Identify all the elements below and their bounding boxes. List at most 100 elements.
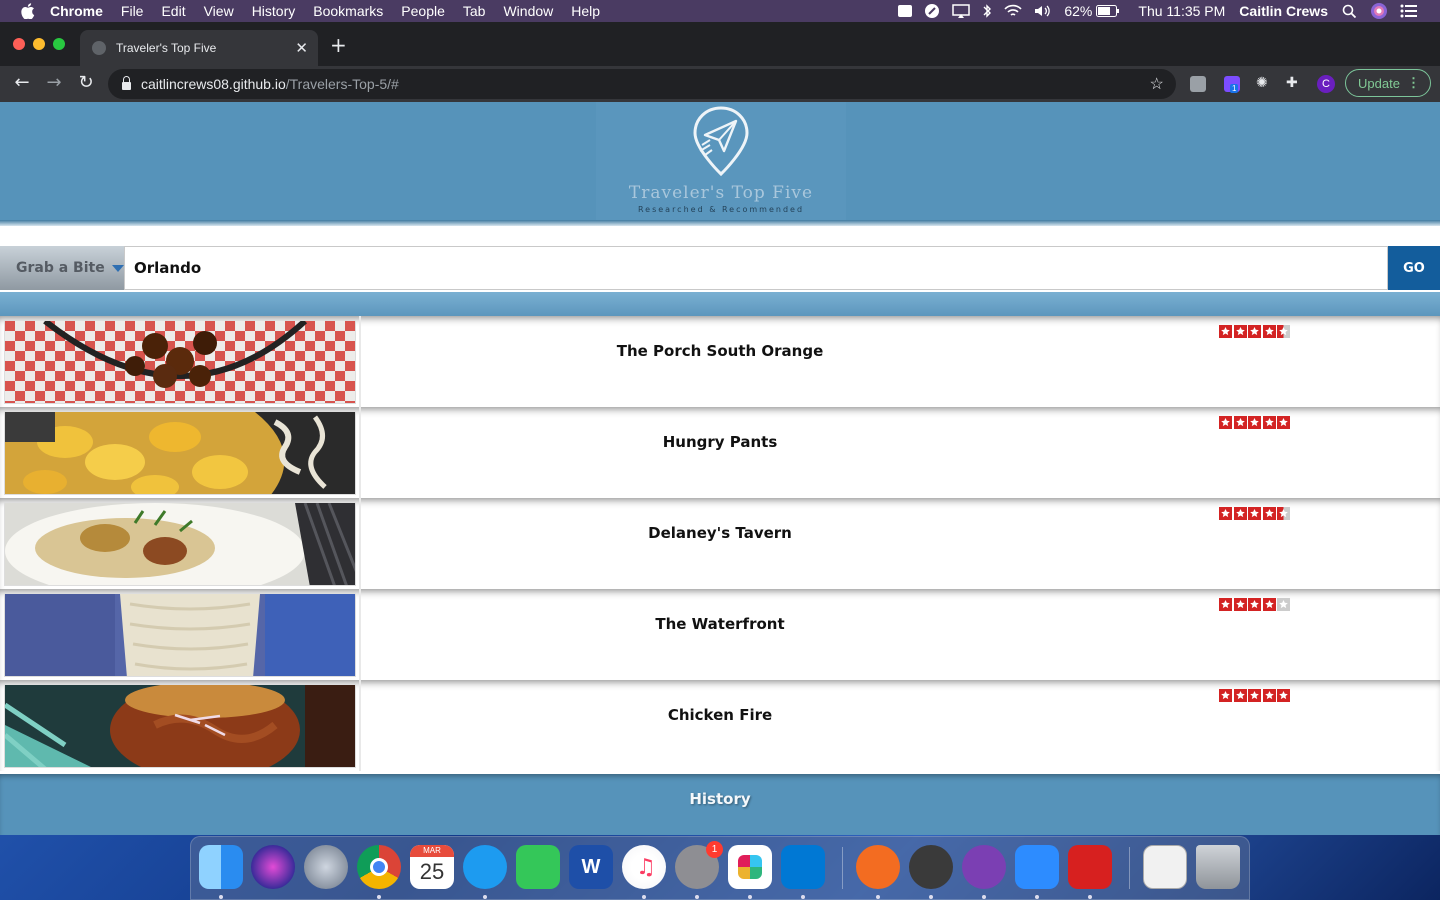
robo3t-icon[interactable] (909, 845, 953, 889)
menu-window[interactable]: Window (503, 3, 553, 19)
reload-icon[interactable]: ↻ (76, 73, 96, 93)
result-row[interactable]: Delaney's Tavern (0, 498, 1440, 589)
vpn-status-icon[interactable] (924, 3, 940, 19)
siri-icon[interactable] (1370, 2, 1388, 20)
itunes-music-icon[interactable]: ♫ (622, 845, 666, 889)
siri-dock-icon[interactable] (251, 845, 295, 889)
lock-icon[interactable] (122, 76, 131, 90)
volume-icon[interactable] (1034, 4, 1052, 18)
browser-window: Traveler's Top Five ✕ + ← → ↻ caitlincre… (0, 22, 1440, 835)
airplay-icon[interactable] (952, 4, 971, 18)
address-bar[interactable]: caitlincrews08.github.io/Travelers-Top-5… (108, 69, 1176, 99)
rating-star-icon (1277, 416, 1290, 429)
profile-avatar[interactable]: C (1317, 75, 1335, 93)
header-shadow (0, 220, 1440, 226)
trash-icon[interactable] (1196, 845, 1240, 889)
close-window-button[interactable] (13, 38, 25, 50)
wifi-icon[interactable] (1004, 4, 1022, 18)
menu-app-name[interactable]: Chrome (50, 3, 103, 19)
facetime-icon[interactable] (516, 845, 560, 889)
menu-file[interactable]: File (121, 3, 144, 19)
result-photo[interactable] (4, 411, 356, 495)
rating-star-icon (1219, 598, 1232, 611)
menubar-user[interactable]: Caitlin Crews (1239, 3, 1328, 19)
restaurant-name[interactable]: The Waterfront (360, 615, 1080, 633)
rating-star-icon (1277, 689, 1290, 702)
gear-extension-icon[interactable]: ✺ (1256, 76, 1272, 92)
new-tab-plus-icon[interactable]: + (330, 35, 347, 55)
logo-title: Traveler's Top Five (628, 183, 814, 203)
zoom-icon[interactable] (1015, 845, 1059, 889)
restaurant-name[interactable]: Delaney's Tavern (360, 524, 1080, 542)
back-arrow-icon[interactable]: ← (12, 73, 32, 93)
extension-badge-icon[interactable]: 1 (1224, 76, 1240, 93)
result-photo[interactable] (4, 320, 356, 404)
rating-star-icon (1233, 507, 1247, 520)
menu-tab[interactable]: Tab (463, 3, 486, 19)
apple-icon[interactable] (20, 3, 36, 19)
dropdown-caret-icon (111, 264, 124, 272)
result-row[interactable]: The Porch South Orange (0, 316, 1440, 407)
update-button[interactable]: Update ⋮ (1345, 69, 1431, 97)
puzzle-extensions-icon[interactable]: ✚ (1286, 76, 1302, 92)
city-search-input[interactable] (124, 246, 1388, 290)
result-row[interactable]: Chicken Fire (0, 680, 1440, 771)
messenger-icon[interactable] (463, 845, 507, 889)
rating-stars (1219, 416, 1292, 429)
github-desktop-icon[interactable] (962, 845, 1006, 889)
menu-history[interactable]: History (252, 3, 296, 19)
minimize-window-button[interactable] (33, 38, 45, 50)
rating-star-icon (1233, 325, 1247, 338)
go-button[interactable]: GO (1388, 246, 1440, 290)
bluetooth-icon[interactable] (982, 3, 992, 19)
system-preferences-gear-icon[interactable]: 1 (675, 841, 723, 889)
downloads-stack-icon[interactable] (1143, 845, 1187, 889)
extension-icon[interactable] (1190, 76, 1206, 92)
restaurant-name[interactable]: The Porch South Orange (360, 342, 1080, 360)
menu-bookmarks[interactable]: Bookmarks (313, 3, 383, 19)
restaurant-name[interactable]: Hungry Pants (360, 433, 1080, 451)
extension-badge-count: 1 (1230, 84, 1239, 93)
rating-star-icon (1233, 598, 1247, 611)
vscode-icon[interactable] (781, 845, 825, 889)
result-photo[interactable] (4, 502, 356, 586)
battery-icon[interactable] (1096, 5, 1120, 17)
browser-tab[interactable]: Traveler's Top Five ✕ (80, 30, 318, 66)
restaurant-name[interactable]: Chicken Fire (360, 706, 1080, 724)
category-dropdown[interactable]: Grab a Bite (0, 246, 124, 290)
zoom-status-icon[interactable] (898, 5, 913, 17)
maximize-window-button[interactable] (53, 38, 65, 50)
rating-stars (1219, 507, 1292, 520)
history-link[interactable]: History (0, 790, 1440, 808)
menu-people[interactable]: People (401, 3, 445, 19)
rating-stars (1219, 598, 1292, 611)
result-photo[interactable] (4, 593, 356, 677)
result-row[interactable]: Hungry Pants (0, 407, 1440, 498)
rating-star-icon (1277, 507, 1290, 520)
word-icon[interactable]: W (569, 845, 613, 889)
rating-star-icon (1233, 416, 1247, 429)
row-divider (359, 498, 361, 589)
tab-strip: Traveler's Top Five ✕ + (0, 22, 1440, 66)
forward-arrow-icon[interactable]: → (44, 73, 64, 93)
tab-close-icon[interactable]: ✕ (295, 39, 308, 57)
launchpad-rocket-icon[interactable] (304, 845, 348, 889)
slack-icon[interactable] (728, 845, 772, 889)
menu-help[interactable]: Help (571, 3, 600, 19)
calendar-icon[interactable]: MAR 25 (410, 845, 454, 889)
postman-icon[interactable] (856, 845, 900, 889)
spotlight-search-icon[interactable] (1342, 4, 1356, 18)
result-row[interactable]: The Waterfront (0, 589, 1440, 680)
more-menu-icon[interactable]: ⋮ (1407, 75, 1420, 91)
site-logo[interactable]: Traveler's Top Five Researched & Recomme… (596, 102, 846, 222)
chrome-dock-icon[interactable] (357, 845, 401, 889)
finder-icon[interactable] (199, 845, 243, 889)
battery-percent: 62% (1064, 3, 1093, 19)
menu-edit[interactable]: Edit (161, 3, 185, 19)
menu-view[interactable]: View (204, 3, 234, 19)
notification-center-icon[interactable] (1400, 4, 1418, 18)
bookmark-star-icon[interactable]: ☆ (1150, 74, 1164, 93)
result-photo[interactable] (4, 684, 356, 768)
acrobat-icon[interactable] (1068, 845, 1112, 889)
menubar-clock[interactable]: Thu 11:35 PM (1138, 3, 1225, 19)
